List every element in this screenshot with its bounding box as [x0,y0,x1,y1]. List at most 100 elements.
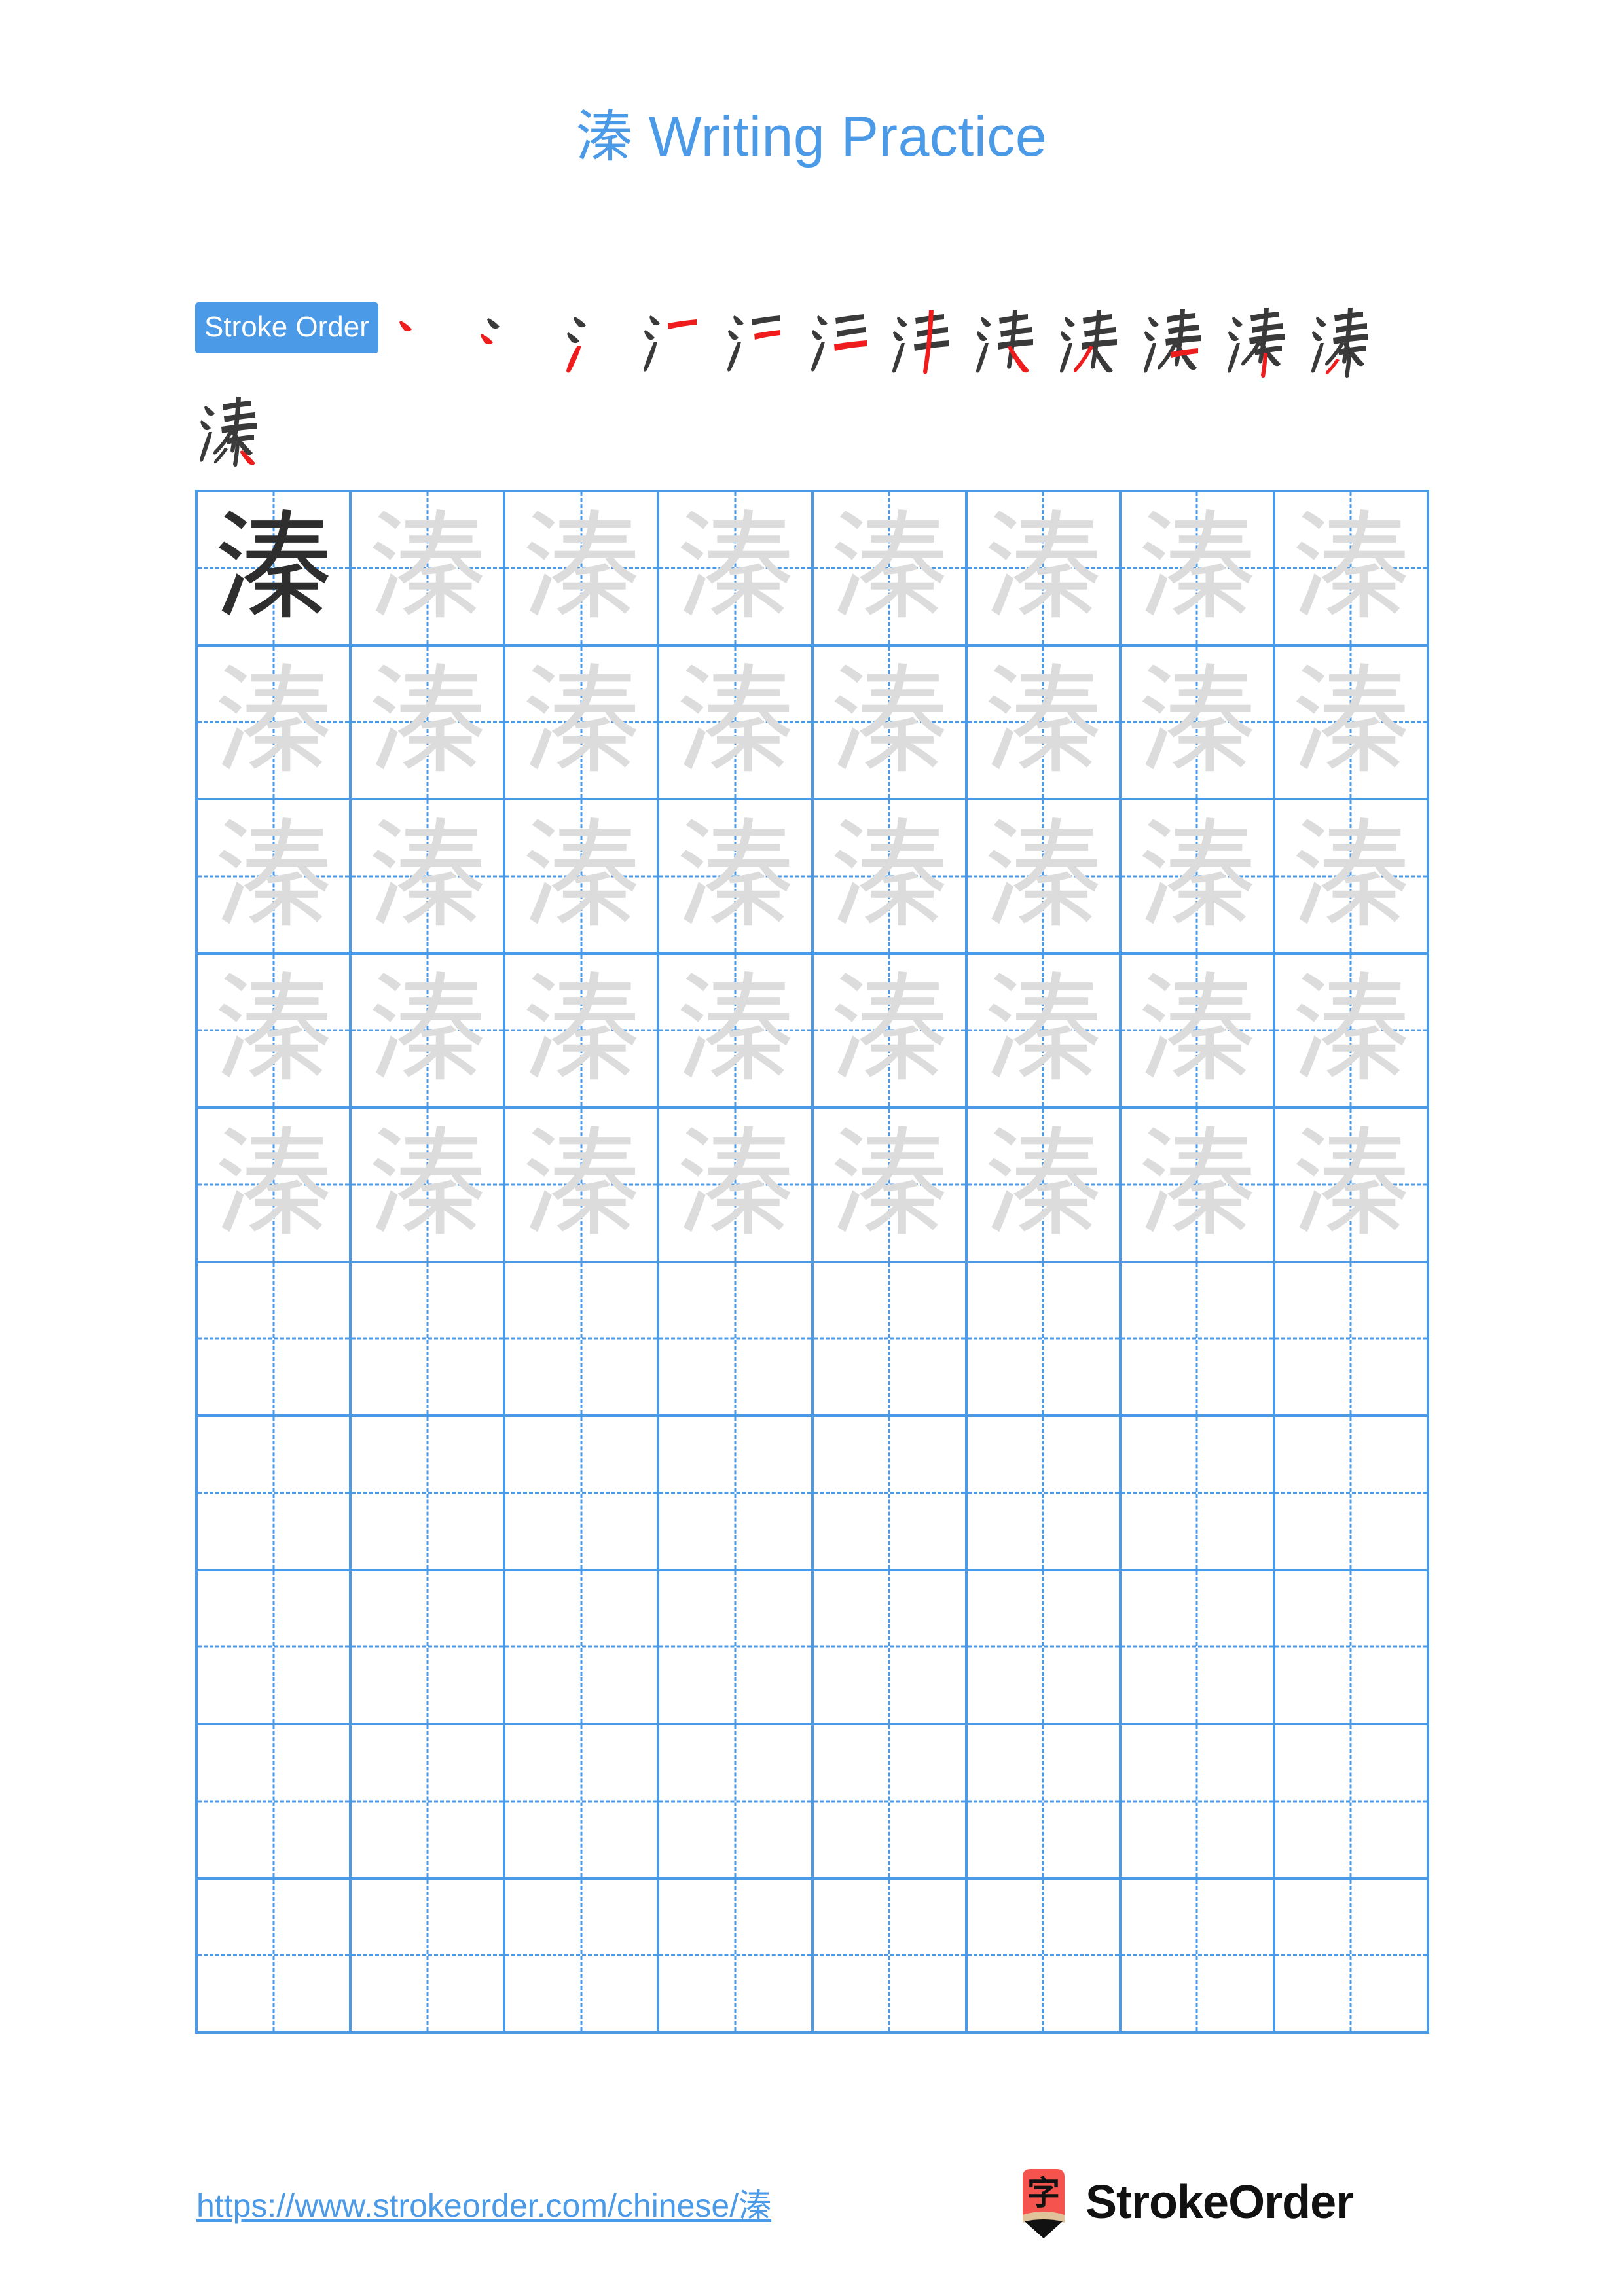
practice-cell[interactable] [198,1879,352,2034]
practice-cell[interactable]: 溱 [198,646,352,800]
cell-horizontal-guide [198,1492,350,1494]
cell-horizontal-guide [1275,1954,1427,1956]
trace-character: 溱 [984,1115,1103,1253]
practice-cell[interactable] [352,1417,506,1571]
practice-cell[interactable] [659,1571,814,1725]
practice-cell[interactable]: 溱 [1275,1109,1429,1263]
brand-lockup[interactable]: 字 StrokeOrder [1016,2168,1354,2241]
practice-cell[interactable] [505,1263,660,1417]
practice-cell[interactable]: 溱 [1121,1109,1275,1263]
practice-cell[interactable]: 溱 [198,800,352,955]
practice-cell[interactable]: 溱 [1275,954,1429,1109]
practice-cell[interactable]: 溱 [352,646,506,800]
practice-cell[interactable]: 溱 [505,954,660,1109]
practice-cell[interactable] [352,1263,506,1417]
practice-cell[interactable]: 溱 [198,1109,352,1263]
practice-cell[interactable]: 溱 [1275,492,1429,647]
practice-cell[interactable] [1121,1417,1275,1571]
trace-character: 溱 [368,961,486,1099]
practice-cell[interactable]: 溱 [659,1109,814,1263]
practice-cell[interactable]: 溱 [967,800,1122,955]
practice-cell[interactable] [505,1879,660,2034]
practice-cell[interactable] [1121,1725,1275,1880]
stroke-step-8-glyph [976,310,1033,373]
practice-cell[interactable] [352,1571,506,1725]
practice-cell[interactable]: 溱 [967,1109,1122,1263]
practice-cell[interactable] [198,1571,352,1725]
practice-cell[interactable]: 溱 [352,1109,506,1263]
practice-cell[interactable] [967,1725,1122,1880]
practice-cell[interactable]: 溱 [967,646,1122,800]
practice-cell[interactable]: 溱 [967,492,1122,647]
practice-cell[interactable] [1275,1571,1429,1725]
cell-vertical-guide [272,1725,275,1877]
trace-character: 溱 [1292,499,1410,636]
practice-cell[interactable] [1275,1879,1429,2034]
practice-cell[interactable] [198,1263,352,1417]
practice-cell[interactable] [198,1725,352,1880]
practice-cell[interactable] [352,1879,506,2034]
practice-cell[interactable] [659,1725,814,1880]
practice-cell[interactable]: 溱 [813,492,968,647]
practice-cell[interactable] [967,1571,1122,1725]
practice-cell[interactable] [1275,1417,1429,1571]
practice-cell[interactable] [813,1571,968,1725]
practice-cell[interactable]: 溱 [967,954,1122,1109]
practice-cell[interactable]: 溱 [1121,800,1275,955]
practice-cell[interactable] [813,1879,968,2034]
practice-cell[interactable]: 溱 [813,954,968,1109]
practice-cell[interactable]: 溱 [505,646,660,800]
practice-cell[interactable] [1121,1263,1275,1417]
footer-url-link[interactable]: https://www.strokeorder.com/chinese/溱 [196,2179,771,2227]
practice-cell[interactable] [813,1263,968,1417]
practice-cell[interactable]: 溱 [198,954,352,1109]
practice-cell[interactable]: 溱 [813,1109,968,1263]
practice-cell[interactable]: 溱 [352,954,506,1109]
practice-cell[interactable] [659,1417,814,1571]
practice-cell[interactable] [1121,1879,1275,2034]
practice-cell[interactable] [352,1725,506,1880]
practice-cell[interactable]: 溱 [813,646,968,800]
cell-horizontal-guide [659,1645,811,1648]
practice-cell[interactable]: 溱 [505,800,660,955]
practice-cell[interactable] [659,1879,814,2034]
cell-horizontal-guide [813,1954,965,1956]
practice-cell[interactable] [967,1417,1122,1571]
practice-cell[interactable]: 溱 [352,800,506,955]
cell-vertical-guide [734,1571,737,1723]
practice-cell[interactable] [967,1263,1122,1417]
cell-horizontal-guide [1275,1645,1427,1648]
practice-cell[interactable]: 溱 [659,800,814,955]
practice-cell[interactable] [967,1879,1122,2034]
cell-horizontal-guide [813,1645,965,1648]
practice-cell[interactable] [1121,1571,1275,1725]
practice-cell[interactable]: 溱 [659,646,814,800]
stroke-step-4-glyph [643,315,697,372]
practice-cell[interactable]: 溱 [198,492,352,647]
practice-cell[interactable]: 溱 [659,492,814,647]
practice-cell[interactable] [813,1417,968,1571]
practice-cell[interactable] [505,1725,660,1880]
practice-cell[interactable]: 溱 [813,800,968,955]
practice-cell[interactable]: 溱 [1275,800,1429,955]
practice-cell[interactable] [198,1417,352,1571]
practice-cell[interactable]: 溱 [505,1109,660,1263]
practice-cell[interactable] [1275,1725,1429,1880]
practice-cell[interactable]: 溱 [1275,646,1429,800]
practice-cell[interactable] [1275,1263,1429,1417]
practice-cell[interactable]: 溱 [352,492,506,647]
practice-cell[interactable] [505,1571,660,1725]
practice-cell[interactable]: 溱 [1121,646,1275,800]
practice-cell[interactable] [505,1417,660,1571]
practice-cell[interactable] [659,1263,814,1417]
practice-cell[interactable]: 溱 [659,954,814,1109]
cell-horizontal-guide [505,1492,657,1494]
trace-character: 溱 [522,653,640,791]
practice-cell[interactable]: 溱 [1121,954,1275,1109]
cell-vertical-guide [1349,1263,1352,1414]
trace-character: 溱 [984,499,1103,636]
practice-cell[interactable]: 溱 [1121,492,1275,647]
trace-character: 溱 [368,1115,486,1253]
practice-cell[interactable]: 溱 [505,492,660,647]
practice-cell[interactable] [813,1725,968,1880]
